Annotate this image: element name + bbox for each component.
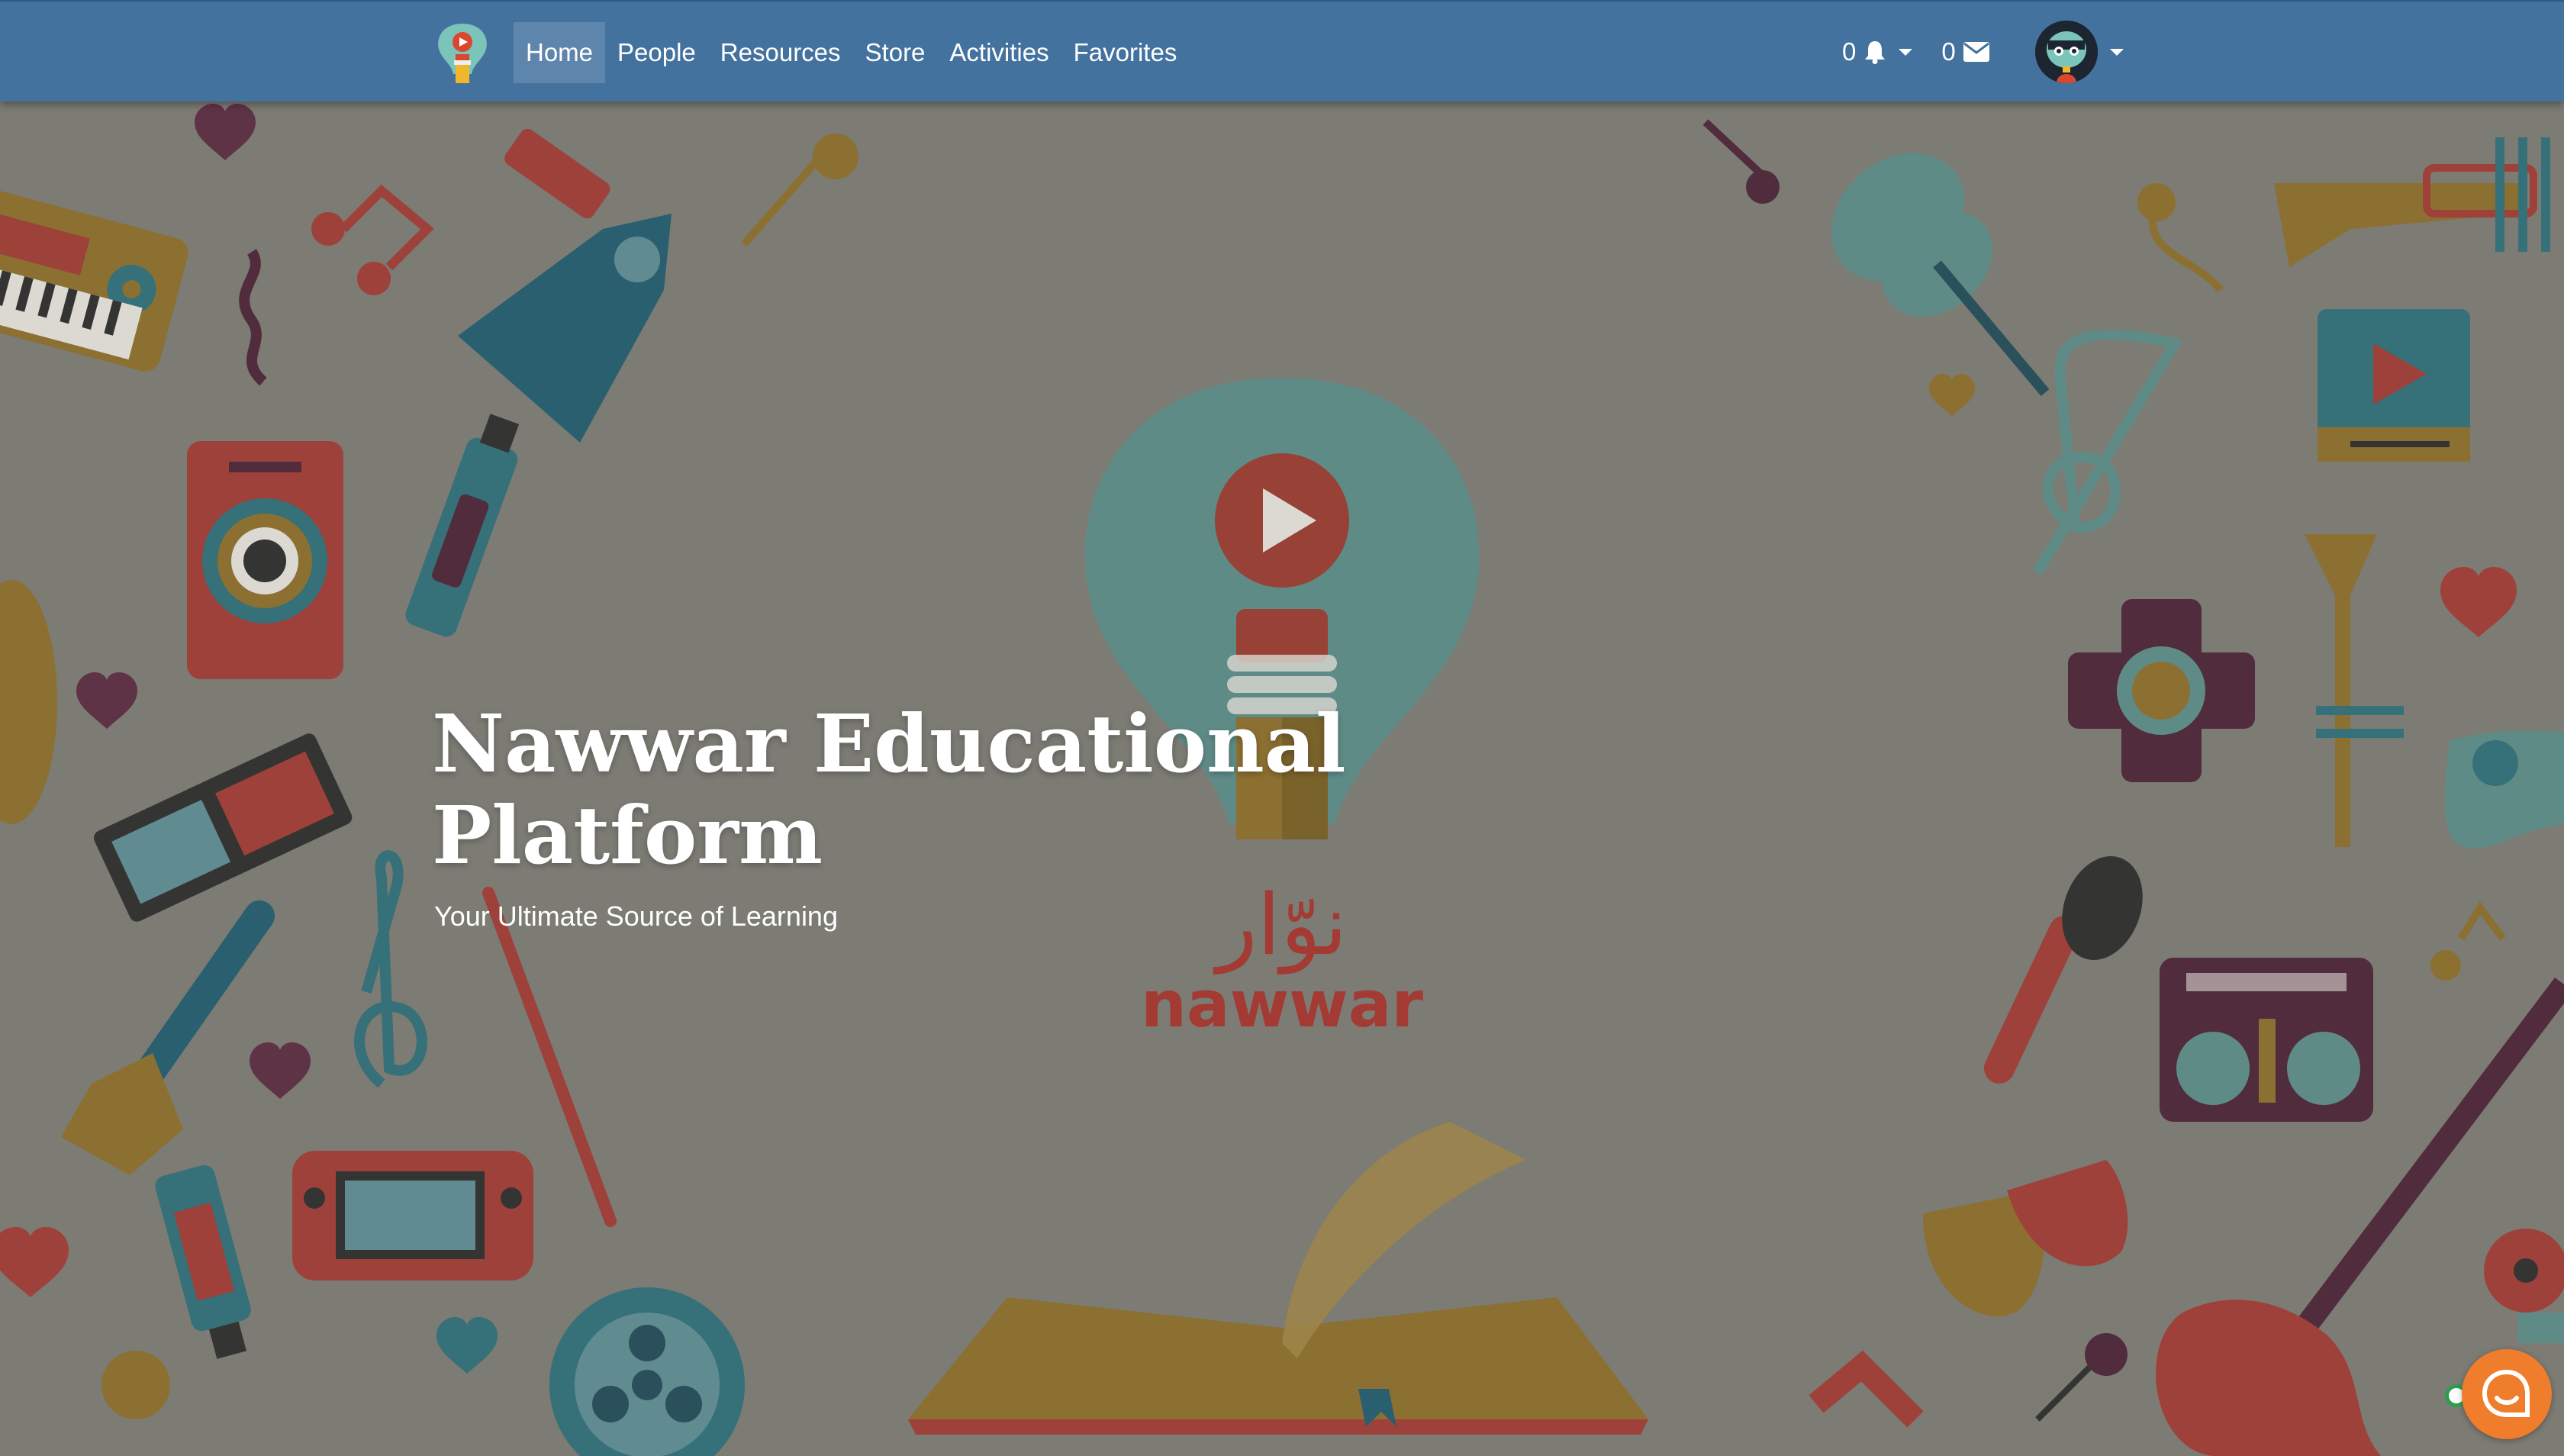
user-avatar-icon — [2034, 21, 2098, 83]
hero-section: نوّار nawwar Nawwar Educational Platform… — [0, 0, 2564, 1456]
user-menu-dropdown[interactable] — [2034, 21, 2124, 83]
logo-arabic-text: نوّار — [1213, 876, 1347, 974]
hero-subtitle: Your Ultimate Source of Learning — [434, 900, 838, 932]
logo-latin-text: nawwar — [1141, 967, 1423, 1042]
top-navbar: Home People Resources Store Activities F… — [0, 0, 2564, 101]
hero-title: Nawwar Educational Platform — [432, 697, 1346, 882]
nawwar-bulb-logo-icon[interactable] — [432, 21, 493, 86]
envelope-icon — [1963, 42, 1989, 62]
chevron-down-icon — [2109, 48, 2124, 56]
main-navigation: Home People Resources Store Activities F… — [514, 22, 1189, 83]
notifications-dropdown[interactable]: 0 — [1842, 37, 1913, 66]
nav-user-area: 0 0 — [1842, 17, 2124, 87]
nav-link-favorites[interactable]: Favorites — [1061, 22, 1190, 83]
nav-link-people[interactable]: People — [605, 22, 708, 83]
nav-link-activities[interactable]: Activities — [937, 22, 1061, 83]
notification-count: 0 — [1842, 37, 1857, 66]
nav-link-store[interactable]: Store — [853, 22, 938, 83]
nav-link-home[interactable]: Home — [514, 22, 606, 83]
chevron-down-icon — [1899, 48, 1913, 56]
chat-bubble-icon — [2482, 1369, 2530, 1417]
chat-launcher-button[interactable] — [2462, 1349, 2552, 1439]
bell-icon — [1865, 41, 1886, 64]
message-count: 0 — [1941, 37, 1956, 66]
messages-link[interactable]: 0 — [1941, 37, 1989, 66]
nav-link-resources[interactable]: Resources — [708, 22, 853, 83]
